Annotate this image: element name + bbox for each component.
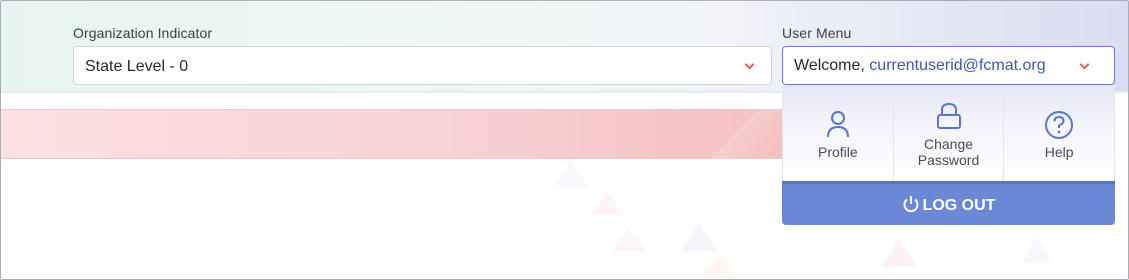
- user-menu-options: Profile Change Password Help: [782, 85, 1115, 181]
- help-icon: [1044, 110, 1074, 145]
- lock-icon: [936, 102, 962, 135]
- logout-button[interactable]: LOG OUT: [782, 181, 1115, 225]
- user-menu-select[interactable]: Welcome, currentuserid@fcmat.org: [782, 46, 1115, 85]
- background-decoration: [701, 253, 737, 279]
- user-menu-dropdown: Profile Change Password Help LOG OUT: [782, 85, 1115, 225]
- change-password-label: Change Password: [894, 136, 1004, 168]
- organization-select-value: State Level - 0: [85, 58, 189, 75]
- power-icon: [902, 195, 920, 218]
- profile-label: Profile: [817, 144, 858, 160]
- logout-label: LOG OUT: [922, 197, 996, 214]
- background-decoration: [1021, 237, 1053, 263]
- change-password-menu-item[interactable]: Change Password: [894, 86, 1005, 181]
- alert-banner: [1, 109, 801, 160]
- welcome-text: Welcome,: [794, 57, 865, 74]
- chevron-down-icon: [1079, 59, 1090, 70]
- help-label: Help: [1044, 144, 1074, 160]
- user-icon: [826, 110, 850, 143]
- app-window: Organization Indicator State Level - 0 U…: [0, 0, 1129, 280]
- user-email: currentuserid@fcmat.org: [869, 57, 1046, 74]
- header-bar: Organization Indicator State Level - 0 U…: [1, 1, 1128, 93]
- background-decoration: [681, 223, 717, 251]
- organization-select[interactable]: State Level - 0: [73, 46, 772, 85]
- background-decoration: [611, 227, 647, 253]
- profile-menu-item[interactable]: Profile: [783, 86, 894, 181]
- background-decoration: [881, 239, 917, 267]
- change-password-line2: Password: [917, 152, 980, 168]
- background-decoration: [591, 191, 623, 215]
- organization-indicator-label: Organization Indicator: [73, 25, 213, 41]
- help-menu-item[interactable]: Help: [1004, 86, 1114, 181]
- background-decoration: [553, 161, 589, 187]
- user-menu-label: User Menu: [782, 25, 852, 41]
- change-password-line1: Change: [923, 136, 974, 152]
- chevron-down-icon: [744, 59, 755, 70]
